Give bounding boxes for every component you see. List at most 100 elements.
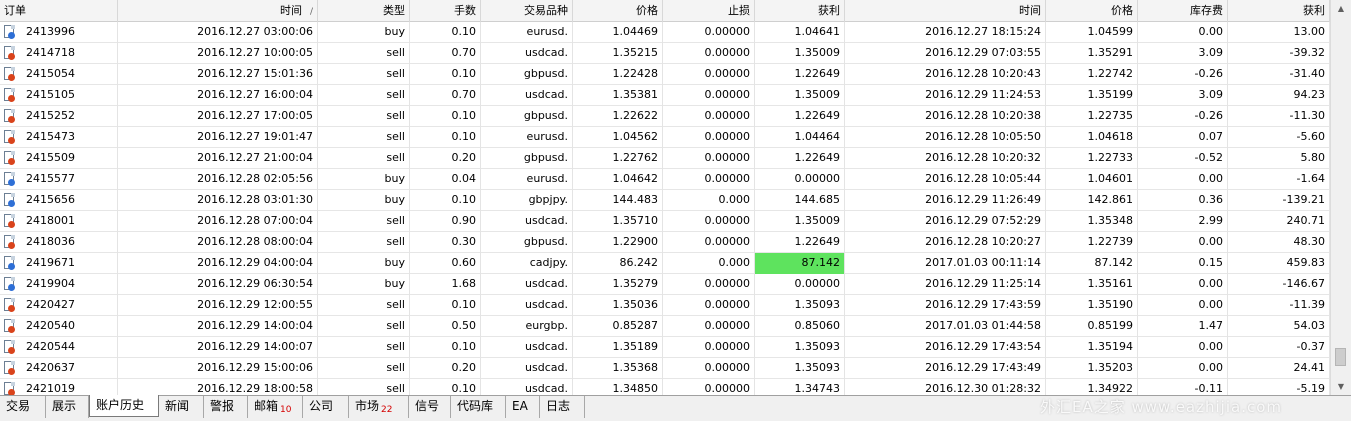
- cell-value: 240.71: [1286, 214, 1326, 227]
- vertical-scrollbar[interactable]: ▲ ▼: [1330, 0, 1351, 395]
- tab-6[interactable]: 公司: [303, 396, 349, 418]
- tab-8[interactable]: 信号: [409, 396, 451, 418]
- cell-value: usdcad.: [525, 46, 568, 59]
- column-header-swap[interactable]: 库存费: [1138, 0, 1228, 22]
- cell-value: eurusd.: [526, 25, 568, 38]
- tab-10[interactable]: EA: [506, 396, 540, 418]
- cell-lots: 0.10: [410, 127, 481, 148]
- table-row[interactable]: 2420544 2016.12.29 14:00:07 sell 0.10 usdcad…: [0, 337, 1330, 358]
- cell-close_price: 1.22739: [1046, 232, 1138, 253]
- tab-0[interactable]: 交易: [0, 396, 46, 418]
- tab-3[interactable]: 新闻: [159, 396, 204, 418]
- cell-order: 2419671: [0, 253, 118, 274]
- column-header-sl[interactable]: 止损: [663, 0, 755, 22]
- cell-value: 3.09: [1198, 88, 1224, 101]
- cell-type: sell: [318, 232, 410, 253]
- cell-close_time: 2017.01.03 00:11:14: [845, 253, 1046, 274]
- column-header-order[interactable]: 订单: [0, 0, 118, 22]
- cell-type: sell: [318, 211, 410, 232]
- cell-value: usdcad.: [525, 361, 568, 374]
- cell-sl: 0.00000: [663, 316, 755, 337]
- scroll-down-icon[interactable]: ▼: [1331, 378, 1351, 395]
- cell-symbol: gbpusd.: [481, 148, 573, 169]
- cell-tp: 0.00000: [755, 274, 845, 295]
- column-header-close_time[interactable]: 时间: [845, 0, 1046, 22]
- table-row[interactable]: 2420427 2016.12.29 12:00:55 sell 0.10 usdcad…: [0, 295, 1330, 316]
- scroll-up-icon[interactable]: ▲: [1331, 0, 1351, 17]
- cell-value: 0.10: [451, 130, 477, 143]
- cell-close_time: 2016.12.28 10:05:50: [845, 127, 1046, 148]
- cell-value: 0.00000: [704, 361, 751, 374]
- table-row[interactable]: 2414718 2016.12.27 10:00:05 sell 0.70 usdcad…: [0, 43, 1330, 64]
- cell-close_price: 1.35161: [1046, 274, 1138, 295]
- table-row[interactable]: 2415509 2016.12.27 21:00:04 sell 0.20 gbpusd…: [0, 148, 1330, 169]
- tab-label: 市场: [355, 399, 380, 413]
- cell-sl: 0.00000: [663, 22, 755, 43]
- cell-close_time: 2016.12.28 10:20:38: [845, 106, 1046, 127]
- cell-value: sell: [386, 130, 405, 143]
- cell-close_time: 2016.12.29 07:03:55: [845, 43, 1046, 64]
- table-row[interactable]: 2419904 2016.12.29 06:30:54 buy 1.68 usdcad.…: [0, 274, 1330, 295]
- cell-value: 1.35190: [1087, 298, 1134, 311]
- tab-11[interactable]: 日志: [540, 396, 585, 418]
- cell-lots: 0.70: [410, 43, 481, 64]
- table-row[interactable]: 2420637 2016.12.29 15:00:06 sell 0.20 usdcad…: [0, 358, 1330, 379]
- cell-value: 0.00: [1198, 277, 1224, 290]
- table-row[interactable]: 2418036 2016.12.28 08:00:04 sell 0.30 gbpusd…: [0, 232, 1330, 253]
- table-row[interactable]: 2415473 2016.12.27 19:01:47 sell 0.10 eurusd…: [0, 127, 1330, 148]
- tab-label: 邮箱: [254, 399, 279, 413]
- cell-value: 0.000: [718, 193, 751, 206]
- cell-open_time: 2016.12.29 04:00:04: [118, 253, 318, 274]
- cell-value: 0.36: [1198, 193, 1224, 206]
- cell-value: 1.04641: [794, 25, 841, 38]
- cell-tp: 1.35009: [755, 211, 845, 232]
- table-row[interactable]: 2415577 2016.12.28 02:05:56 buy 0.04 eurusd.…: [0, 169, 1330, 190]
- cell-value: 0.00: [1198, 235, 1224, 248]
- cell-value: 2017.01.03 00:11:14: [925, 256, 1041, 269]
- tab-4[interactable]: 警报: [204, 396, 248, 418]
- cell-value: 2016.12.28 10:20:32: [925, 151, 1041, 164]
- table-row[interactable]: 2420540 2016.12.29 14:00:04 sell 0.50 eurgbp…: [0, 316, 1330, 337]
- column-header-symbol[interactable]: 交易品种: [481, 0, 573, 22]
- table-row[interactable]: 2418001 2016.12.28 07:00:04 sell 0.90 usdcad…: [0, 211, 1330, 232]
- cell-symbol: usdcad.: [481, 85, 573, 106]
- cell-value: 0.00000: [794, 172, 841, 185]
- tab-2[interactable]: 账户历史: [89, 395, 159, 417]
- cell-tp: 1.35009: [755, 85, 845, 106]
- cell-sl: 0.00000: [663, 337, 755, 358]
- column-header-open_time[interactable]: 时间 /: [118, 0, 318, 22]
- cell-value: 1.22739: [1087, 235, 1134, 248]
- tab-7[interactable]: 市场 22: [349, 396, 409, 418]
- column-header-type[interactable]: 类型: [318, 0, 410, 22]
- cell-open_time: 2016.12.29 14:00:04: [118, 316, 318, 337]
- table-row[interactable]: 2415054 2016.12.27 15:01:36 sell 0.10 gbpusd…: [0, 64, 1330, 85]
- cell-value: 1.04599: [1087, 25, 1134, 38]
- table-row[interactable]: 2419671 2016.12.29 04:00:04 buy 0.60 cadjpy.…: [0, 253, 1330, 274]
- tab-label: 新闻: [165, 399, 190, 413]
- table-row[interactable]: 2413996 2016.12.27 03:00:06 buy 0.10 eurusd.…: [0, 22, 1330, 43]
- table-row[interactable]: 2415656 2016.12.28 03:01:30 buy 0.10 gbpjpy.…: [0, 190, 1330, 211]
- cell-value: 2016.12.29 07:52:29: [925, 214, 1041, 227]
- scroll-thumb[interactable]: [1335, 348, 1346, 366]
- cell-swap: 3.09: [1138, 43, 1228, 64]
- cell-value: 2016.12.29 18:00:58: [197, 382, 313, 395]
- cell-tp: 1.34743: [755, 379, 845, 395]
- table-row[interactable]: 2421019 2016.12.29 18:00:58 sell 0.10 usdcad…: [0, 379, 1330, 395]
- column-header-profit[interactable]: 获利: [1228, 0, 1330, 22]
- tab-9[interactable]: 代码库: [451, 396, 506, 418]
- tab-1[interactable]: 展示: [46, 396, 89, 418]
- column-header-close_price[interactable]: 价格: [1046, 0, 1138, 22]
- column-header-lots[interactable]: 手数: [410, 0, 481, 22]
- cell-sl: 0.00000: [663, 43, 755, 64]
- cell-open_time: 2016.12.29 14:00:07: [118, 337, 318, 358]
- cell-value: 1.34922: [1087, 382, 1134, 395]
- tab-5[interactable]: 邮箱 10: [248, 396, 303, 418]
- cell-order: 2415105: [0, 85, 118, 106]
- cell-tp: 1.35093: [755, 295, 845, 316]
- column-header-open_price[interactable]: 价格: [573, 0, 663, 22]
- column-header-label: 时间: [279, 4, 302, 17]
- cell-close_price: 1.35203: [1046, 358, 1138, 379]
- table-row[interactable]: 2415252 2016.12.27 17:00:05 sell 0.10 gbpusd…: [0, 106, 1330, 127]
- column-header-tp[interactable]: 获利: [755, 0, 845, 22]
- table-row[interactable]: 2415105 2016.12.27 16:00:04 sell 0.70 usdcad…: [0, 85, 1330, 106]
